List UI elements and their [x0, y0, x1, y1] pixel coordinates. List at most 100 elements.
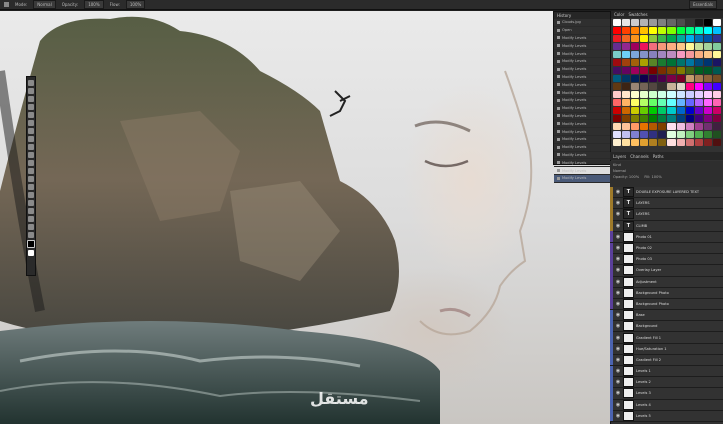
color-swatch[interactable] [613, 59, 622, 66]
color-swatch[interactable] [640, 131, 649, 138]
layer-row[interactable]: ◉ Gradient Fill 1 [610, 332, 723, 344]
color-swatch[interactable] [649, 35, 658, 42]
color-swatch[interactable] [649, 99, 658, 106]
color-swatch[interactable] [640, 19, 649, 26]
color-swatch[interactable] [640, 35, 649, 42]
color-swatch[interactable] [667, 67, 676, 74]
color-swatch[interactable] [622, 35, 631, 42]
color-swatch[interactable] [712, 51, 721, 58]
color-swatch[interactable] [712, 75, 721, 82]
history-state[interactable]: Modify Levels [554, 74, 610, 82]
history-state[interactable]: Modify Levels [554, 174, 610, 183]
layer-row[interactable]: ◉ Levels 3 [610, 387, 723, 400]
color-swatch[interactable] [640, 43, 649, 50]
visibility-eye-icon[interactable]: ◉ [615, 301, 621, 307]
history-state[interactable]: Modify Levels [554, 50, 610, 58]
color-swatch[interactable] [694, 67, 703, 74]
color-swatch[interactable] [649, 83, 658, 90]
color-swatch[interactable] [613, 83, 622, 90]
color-swatch[interactable] [676, 27, 685, 34]
color-swatch[interactable] [622, 139, 631, 146]
color-swatch[interactable] [622, 123, 631, 130]
color-swatch[interactable] [694, 19, 703, 26]
color-swatch[interactable] [685, 51, 694, 58]
color-swatch[interactable] [667, 35, 676, 42]
layer-row[interactable]: ◉ Photo 02 [610, 242, 723, 255]
history-state[interactable]: Modify Levels [554, 89, 610, 97]
color-swatch[interactable] [712, 107, 721, 114]
visibility-eye-icon[interactable]: ◉ [615, 279, 621, 285]
history-state[interactable]: Open [554, 27, 610, 35]
color-swatch[interactable] [712, 35, 721, 42]
marquee-tool-icon[interactable] [28, 88, 34, 94]
color-swatch[interactable] [703, 51, 712, 58]
color-swatch[interactable] [676, 99, 685, 106]
color-swatch[interactable] [685, 131, 694, 138]
color-swatch[interactable] [712, 91, 721, 98]
history-state[interactable]: Modify Levels [554, 113, 610, 121]
color-swatch[interactable] [712, 59, 721, 66]
color-swatch[interactable] [640, 83, 649, 90]
visibility-eye-icon[interactable]: ◉ [615, 256, 621, 262]
color-swatch[interactable] [631, 131, 640, 138]
color-swatch[interactable] [694, 99, 703, 106]
color-swatch[interactable] [658, 131, 667, 138]
gradient-tool-icon[interactable] [28, 168, 34, 174]
layer-row[interactable]: ◉ Base [610, 309, 723, 322]
color-swatch[interactable] [694, 139, 703, 146]
lasso-tool-icon[interactable] [28, 96, 34, 102]
layer-row[interactable]: ◉ T LAYERS [610, 208, 723, 221]
layer-row[interactable]: ◉ Levels 2 [610, 376, 723, 389]
color-swatch[interactable] [649, 27, 658, 34]
color-swatch[interactable] [694, 35, 703, 42]
history-state[interactable]: Modify Levels [554, 128, 610, 136]
color-swatch[interactable] [667, 51, 676, 58]
color-swatch[interactable] [703, 67, 712, 74]
color-swatch[interactable] [712, 67, 721, 74]
color-swatch[interactable] [658, 43, 667, 50]
color-swatch[interactable] [676, 19, 685, 26]
color-swatch[interactable] [640, 115, 649, 122]
color-swatch[interactable] [703, 107, 712, 114]
color-swatch[interactable] [676, 75, 685, 82]
color-swatch[interactable] [649, 91, 658, 98]
eraser-tool-icon[interactable] [28, 160, 34, 166]
color-swatch[interactable] [631, 83, 640, 90]
color-swatch[interactable] [649, 43, 658, 50]
blur-tool-icon[interactable] [28, 176, 34, 182]
color-swatch[interactable] [703, 75, 712, 82]
color-swatch[interactable] [667, 59, 676, 66]
color-swatch[interactable] [622, 27, 631, 34]
brush-tool-icon[interactable] [28, 136, 34, 142]
color-swatch[interactable] [658, 27, 667, 34]
color-swatch[interactable] [667, 139, 676, 146]
shape-tool-icon[interactable] [28, 216, 34, 222]
color-swatch[interactable] [694, 75, 703, 82]
color-swatch[interactable] [712, 123, 721, 130]
layer-row[interactable]: ◉ Photo 01 [610, 231, 723, 243]
color-swatch[interactable] [685, 27, 694, 34]
color-swatch[interactable] [649, 19, 658, 26]
color-swatch[interactable] [685, 75, 694, 82]
history-state[interactable]: Modify Levels [554, 66, 610, 74]
visibility-eye-icon[interactable]: ◉ [615, 200, 621, 206]
color-swatch[interactable] [685, 123, 694, 130]
color-swatch[interactable] [667, 99, 676, 106]
color-swatch[interactable] [613, 99, 622, 106]
visibility-eye-icon[interactable]: ◉ [615, 379, 621, 385]
color-swatch[interactable] [685, 91, 694, 98]
color-swatch[interactable] [694, 123, 703, 130]
visibility-eye-icon[interactable]: ◉ [615, 357, 621, 363]
color-swatch[interactable] [694, 115, 703, 122]
layer-row[interactable]: ◉ Adjustment [610, 276, 723, 288]
color-swatch[interactable] [685, 43, 694, 50]
history-state[interactable]: Modify Levels [554, 42, 610, 51]
color-swatch[interactable] [712, 131, 721, 138]
color-swatch[interactable] [622, 131, 631, 138]
color-swatch[interactable] [631, 91, 640, 98]
visibility-eye-icon[interactable]: ◉ [615, 189, 621, 195]
visibility-eye-icon[interactable]: ◉ [615, 323, 621, 329]
color-swatch[interactable] [613, 131, 622, 138]
color-swatch[interactable] [658, 75, 667, 82]
history-state[interactable]: Modify Levels [554, 144, 610, 152]
